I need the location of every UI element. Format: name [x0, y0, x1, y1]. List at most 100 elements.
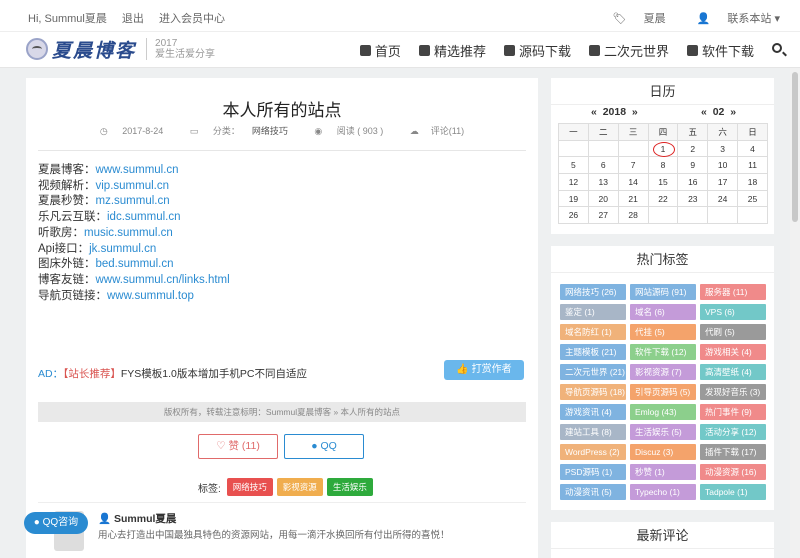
hot-tags-grid: 网络技巧 (26) 网站源码 (91) 服务器 (11) 鉴定 (1) 域名 (6) VP…: [560, 284, 766, 500]
ad-line[interactable]: AD：【站长推荐】FYS模板1.0版本增加手机PC不同自适应: [38, 366, 307, 381]
top-bar-right: 🏷 夏晨 👤 联系本站 ▾: [585, 10, 780, 26]
nav-featured[interactable]: 精选推荐: [418, 41, 486, 60]
list-item: 视频解析：vip.summul.cn: [38, 179, 170, 192]
hot-tag[interactable]: 动漫资源 (16): [700, 464, 766, 480]
rocket-icon: [588, 45, 600, 56]
site-link[interactable]: www.summul.cn/links.html: [96, 274, 230, 286]
nav-software[interactable]: 软件下载: [686, 41, 754, 60]
hot-tag[interactable]: 域名防红 (1): [560, 324, 626, 340]
tag-film[interactable]: 影视资源: [276, 478, 323, 496]
hot-tag[interactable]: 域名 (6): [630, 304, 696, 320]
hot-tag[interactable]: 游戏相关 (4): [700, 344, 766, 360]
site-link[interactable]: jk.summul.cn: [89, 243, 156, 255]
hot-tag[interactable]: Tadpole (1): [700, 484, 766, 500]
hot-tag[interactable]: 主题模板 (21): [560, 344, 626, 360]
tag-network[interactable]: 网络技巧: [226, 478, 273, 496]
day-cell: 23: [677, 189, 709, 208]
hot-tag[interactable]: WordPress (2): [560, 444, 626, 460]
category-link[interactable]: 网络技巧: [252, 126, 288, 136]
hot-tag[interactable]: 建站工具 (8): [560, 424, 626, 440]
hot-tag[interactable]: 高清壁纸 (4): [700, 364, 766, 380]
site-link[interactable]: idc.summul.cn: [107, 211, 181, 223]
day-cell: 8: [647, 156, 679, 175]
weekday: 日: [737, 123, 768, 141]
hot-tag[interactable]: 游戏资讯 (4): [560, 404, 626, 420]
hot-tag[interactable]: 软件下载 (12): [630, 344, 696, 360]
site-link[interactable]: mz.summul.cn: [96, 195, 170, 207]
ad-label: AD：: [38, 368, 64, 380]
ad-text: FYS模板1.0版本增加手机PC不同自适应: [120, 368, 307, 380]
site-logo[interactable]: 夏晨博客 2017 爱生活爱分享: [26, 34, 215, 64]
calendar-nav: « 2018 » « 02 »: [551, 106, 774, 122]
edit-icon: [503, 45, 515, 56]
qq-consult-button[interactable]: ● QQ咨询: [24, 512, 88, 534]
member-center-link[interactable]: 进入会员中心: [159, 13, 225, 25]
site-link[interactable]: bed.summul.cn: [96, 258, 174, 270]
post-card: 本人所有的站点 ◷ 2017-8-24 ▭ 分类： 网络技巧 ◉ 阅读 ( 903…: [26, 78, 538, 558]
like-button[interactable]: ♡ 赞 (11): [198, 434, 278, 459]
next-month-button[interactable]: »: [730, 106, 736, 118]
hot-tag[interactable]: 服务器 (11): [700, 284, 766, 300]
nav-source[interactable]: 源码下载: [503, 41, 571, 60]
site-link[interactable]: vip.summul.cn: [96, 180, 170, 192]
user-link[interactable]: 🏷 夏晨: [599, 13, 666, 25]
page-scrollbar[interactable]: [790, 68, 800, 558]
hot-tag[interactable]: Emlog (43): [630, 404, 696, 420]
day-cell: [677, 206, 709, 225]
day-cell: 16: [677, 173, 709, 191]
hot-tag[interactable]: 网络技巧 (26): [560, 284, 626, 300]
prev-month-button[interactable]: «: [701, 106, 707, 118]
hot-tag[interactable]: 影视资源 (7): [630, 364, 696, 380]
hot-tag[interactable]: 动漫资讯 (5): [560, 484, 626, 500]
hot-tag[interactable]: VPS (6): [700, 304, 766, 320]
hot-tag[interactable]: 发现好音乐 (3): [700, 384, 766, 400]
author-description: 用心去打造出中国最独具特色的资源网站，用每一滴汗水换回所有付出所得的喜悦！: [98, 530, 450, 541]
hot-tag[interactable]: 代刷 (5): [700, 324, 766, 340]
clock-icon: ◷: [99, 126, 108, 136]
next-year-button[interactable]: »: [632, 106, 638, 118]
prev-year-button[interactable]: «: [591, 106, 597, 118]
hot-tag[interactable]: Discuz (3): [630, 444, 696, 460]
hot-tag[interactable]: 活动分享 (12): [700, 424, 766, 440]
site-link[interactable]: www.summul.cn: [96, 164, 179, 176]
folder-icon: ▭: [189, 126, 199, 136]
hot-tag[interactable]: 代挂 (5): [630, 324, 696, 340]
hot-tag[interactable]: 秒赞 (1): [630, 464, 696, 480]
top-bar: Hi, Summul夏晨 退出 进入会员中心 🏷 夏晨 👤 联系本站 ▾: [0, 0, 800, 32]
hot-tag[interactable]: 导航页源码 (18): [560, 384, 626, 400]
reward-button[interactable]: 👍 打赏作者: [444, 360, 524, 380]
post-comments[interactable]: ☁ 评论(11): [404, 126, 470, 136]
hot-tag[interactable]: 二次元世界 (21): [560, 364, 626, 380]
hot-tag[interactable]: PSD源码 (1): [560, 464, 626, 480]
post-title: 本人所有的站点: [222, 101, 342, 120]
nav-anime[interactable]: 二次元世界: [588, 41, 669, 60]
hot-tag[interactable]: Typecho (1): [630, 484, 696, 500]
search-icon[interactable]: [772, 43, 782, 53]
hot-tag[interactable]: 生活娱乐 (5): [630, 424, 696, 440]
day-cell: 9: [677, 156, 709, 175]
week-row: 1 2 3 4: [558, 139, 768, 158]
hot-tag[interactable]: 鉴定 (1): [560, 304, 626, 320]
hot-tag[interactable]: 引导页源码 (5): [630, 384, 696, 400]
site-link[interactable]: music.summul.cn: [84, 227, 173, 239]
day-cell: 5: [558, 156, 589, 175]
list-item: 乐凡云互联：idc.summul.cn: [38, 211, 181, 224]
site-link[interactable]: www.summul.top: [107, 290, 194, 302]
today-cell[interactable]: 1: [647, 139, 679, 158]
scrollbar-thumb[interactable]: [792, 72, 798, 222]
contact-link[interactable]: 👤 联系本站 ▾: [683, 13, 780, 25]
day-cell: 18: [737, 173, 768, 191]
tag-life[interactable]: 生活娱乐: [326, 478, 373, 496]
logout-link[interactable]: 退出: [122, 13, 144, 25]
nav-home[interactable]: 首页: [359, 41, 401, 60]
day-cell: 20: [587, 189, 619, 208]
logo-subtitle: 2017 爱生活爱分享: [146, 38, 215, 60]
hot-tag[interactable]: 热门事件 (9): [700, 404, 766, 420]
day-cell: 28: [617, 206, 649, 225]
user-icon: 👤: [696, 13, 711, 25]
hot-tag[interactable]: 插件下载 (17): [700, 444, 766, 460]
site-list: 夏晨博客：www.summul.cn 视频解析：vip.summul.cn 夏晨…: [38, 163, 230, 304]
person-icon: 👤: [98, 513, 112, 525]
hot-tag[interactable]: 网站源码 (91): [630, 284, 696, 300]
qq-share-button[interactable]: ● QQ: [284, 434, 364, 459]
